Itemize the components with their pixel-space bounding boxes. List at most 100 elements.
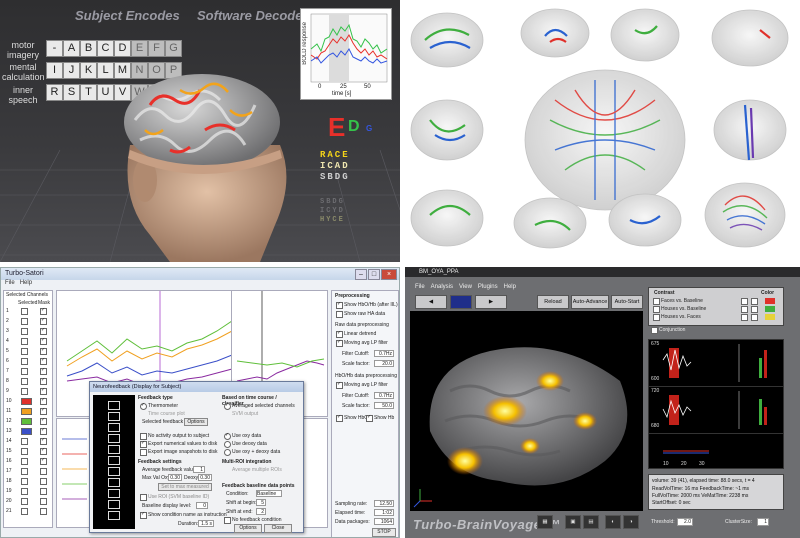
baseline-level-field[interactable]: 0 bbox=[196, 502, 208, 509]
channel-select-checkbox[interactable] bbox=[21, 378, 28, 385]
channel-mask-checkbox[interactable] bbox=[40, 327, 47, 335]
no-activity-checkbox[interactable] bbox=[140, 433, 147, 440]
channel-select-checkbox[interactable] bbox=[21, 478, 28, 485]
channel-select-checkbox[interactable] bbox=[21, 468, 28, 475]
channel-mask-checkbox[interactable] bbox=[40, 347, 47, 355]
linear-detrend-checkbox[interactable] bbox=[336, 330, 343, 338]
close-icon[interactable]: × bbox=[381, 269, 397, 280]
prev-button[interactable]: ◀ bbox=[415, 295, 447, 309]
contrast-minus-checkbox[interactable] bbox=[751, 314, 758, 321]
channel-select-checkbox[interactable] bbox=[21, 368, 28, 375]
channel-select-checkbox[interactable] bbox=[21, 348, 28, 355]
export-numerical-checkbox[interactable] bbox=[140, 440, 147, 448]
channel-select-checkbox[interactable] bbox=[21, 448, 28, 455]
channel-mask-checkbox[interactable] bbox=[40, 407, 47, 415]
contrast-plus-checkbox[interactable] bbox=[741, 298, 748, 305]
next-button[interactable]: ▶ bbox=[475, 295, 507, 309]
threshold-field[interactable]: 2.0 bbox=[677, 518, 693, 526]
show-raw-checkbox[interactable] bbox=[336, 311, 343, 318]
reload-data-button[interactable]: Reload Data bbox=[537, 295, 569, 317]
show-hb-checkbox[interactable] bbox=[366, 414, 373, 422]
channel-select-checkbox[interactable] bbox=[21, 408, 32, 415]
channel-mask-checkbox[interactable] bbox=[40, 417, 47, 425]
channel-mask-checkbox[interactable] bbox=[40, 498, 47, 505]
minimize-icon[interactable]: – bbox=[355, 269, 367, 280]
avg-values-field[interactable]: 1 bbox=[193, 466, 205, 473]
auto-advance-button[interactable]: Auto-Advance bbox=[571, 295, 609, 309]
auto-start-button[interactable]: Auto-Start bbox=[611, 295, 643, 309]
use-oxy-radio[interactable] bbox=[224, 432, 231, 440]
export-images-checkbox[interactable] bbox=[140, 449, 147, 456]
tbv-menu-plugins[interactable]: Plugins bbox=[478, 284, 498, 290]
tbv-menu-file[interactable]: File bbox=[415, 284, 425, 290]
contrast-color-swatch[interactable] bbox=[765, 306, 775, 312]
dialog-options-button[interactable]: Options bbox=[234, 524, 262, 533]
channel-select-checkbox[interactable] bbox=[21, 458, 28, 465]
set-to-max-button[interactable]: Set to max measured bbox=[158, 483, 212, 491]
contrast-minus-checkbox[interactable] bbox=[751, 306, 758, 313]
filter-cutoff2-field[interactable]: 0.7Hz bbox=[374, 392, 394, 399]
tbv-menu-help[interactable]: Help bbox=[504, 284, 516, 290]
channel-mask-checkbox[interactable] bbox=[40, 357, 47, 365]
channel-select-checkbox[interactable] bbox=[21, 498, 28, 505]
stop-button[interactable]: STOP bbox=[372, 528, 396, 537]
shift-end-field[interactable]: 2 bbox=[256, 508, 266, 515]
channel-mask-checkbox[interactable] bbox=[40, 397, 47, 405]
condition-select[interactable]: Baseline bbox=[256, 490, 282, 497]
surface-view-icon[interactable]: ◐ bbox=[605, 515, 621, 529]
grid-view-icon[interactable]: ▦ bbox=[537, 515, 553, 529]
menu-help[interactable]: Help bbox=[20, 280, 32, 286]
deoxy-field[interactable]: 0.30 bbox=[198, 474, 212, 481]
conjunction-checkbox[interactable] bbox=[651, 327, 658, 334]
channel-mask-checkbox[interactable] bbox=[40, 377, 47, 385]
channel-mask-checkbox[interactable] bbox=[40, 468, 47, 475]
channel-select-checkbox[interactable] bbox=[21, 338, 28, 345]
no-feedback-checkbox[interactable] bbox=[224, 517, 231, 524]
moving-avg-checkbox[interactable] bbox=[336, 339, 343, 347]
thermometer-radio[interactable] bbox=[140, 402, 147, 410]
channel-select-checkbox[interactable] bbox=[21, 428, 32, 435]
channel-select-checkbox[interactable] bbox=[21, 398, 32, 405]
channel-mask-checkbox[interactable] bbox=[40, 337, 47, 345]
stop-square-button[interactable] bbox=[450, 295, 472, 309]
max-val-oxy-field[interactable]: 0.30 bbox=[168, 474, 182, 481]
slice-view-icon[interactable]: ▣ bbox=[565, 515, 581, 529]
contrast-checkbox[interactable] bbox=[653, 298, 660, 305]
contrast-plus-checkbox[interactable] bbox=[741, 306, 748, 313]
feedback-options-button[interactable]: Options bbox=[184, 418, 208, 426]
averaged-radio[interactable] bbox=[224, 402, 231, 410]
channel-mask-checkbox[interactable] bbox=[40, 478, 47, 485]
channel-select-checkbox[interactable] bbox=[21, 488, 28, 495]
channel-mask-checkbox[interactable] bbox=[40, 387, 47, 395]
show-hbo2-checkbox[interactable] bbox=[336, 414, 343, 422]
duration-field[interactable]: 1.5 s bbox=[198, 520, 214, 527]
menu-file[interactable]: File bbox=[5, 280, 15, 286]
channel-mask-checkbox[interactable] bbox=[40, 488, 47, 495]
channel-mask-checkbox[interactable] bbox=[40, 367, 47, 375]
channel-mask-checkbox[interactable] bbox=[40, 307, 47, 315]
channel-select-checkbox[interactable] bbox=[21, 418, 32, 425]
show-condition-checkbox[interactable] bbox=[140, 511, 147, 519]
use-roi-checkbox[interactable] bbox=[140, 494, 147, 501]
surface-view2-icon[interactable]: ◑ bbox=[623, 515, 639, 529]
channel-select-checkbox[interactable] bbox=[21, 438, 28, 445]
use-deoxy-radio[interactable] bbox=[224, 441, 231, 448]
dialog-close-button[interactable]: Close bbox=[264, 524, 292, 533]
tri-view-icon[interactable]: ▤ bbox=[583, 515, 599, 529]
contrast-checkbox[interactable] bbox=[653, 306, 660, 313]
tbv-menu-analysis[interactable]: Analysis bbox=[431, 284, 453, 290]
filter-cutoff-field[interactable]: 0.7Hz bbox=[374, 350, 394, 357]
cluster-field[interactable]: 1 bbox=[757, 518, 769, 526]
channel-mask-checkbox[interactable] bbox=[40, 508, 47, 515]
contrast-color-swatch[interactable] bbox=[765, 298, 775, 304]
channel-mask-checkbox[interactable] bbox=[40, 427, 47, 435]
contrast-minus-checkbox[interactable] bbox=[751, 298, 758, 305]
maximize-icon[interactable]: □ bbox=[368, 269, 380, 280]
scale-factor-field[interactable]: 20.0 bbox=[374, 360, 394, 367]
channel-mask-checkbox[interactable] bbox=[40, 457, 47, 465]
use-oxy-deoxy-radio[interactable] bbox=[224, 449, 231, 456]
show-hbo-checkbox[interactable] bbox=[336, 301, 343, 309]
channel-mask-checkbox[interactable] bbox=[40, 447, 47, 455]
scale-factor2-field[interactable]: 50.0 bbox=[374, 402, 394, 409]
contrast-checkbox[interactable] bbox=[653, 314, 660, 321]
